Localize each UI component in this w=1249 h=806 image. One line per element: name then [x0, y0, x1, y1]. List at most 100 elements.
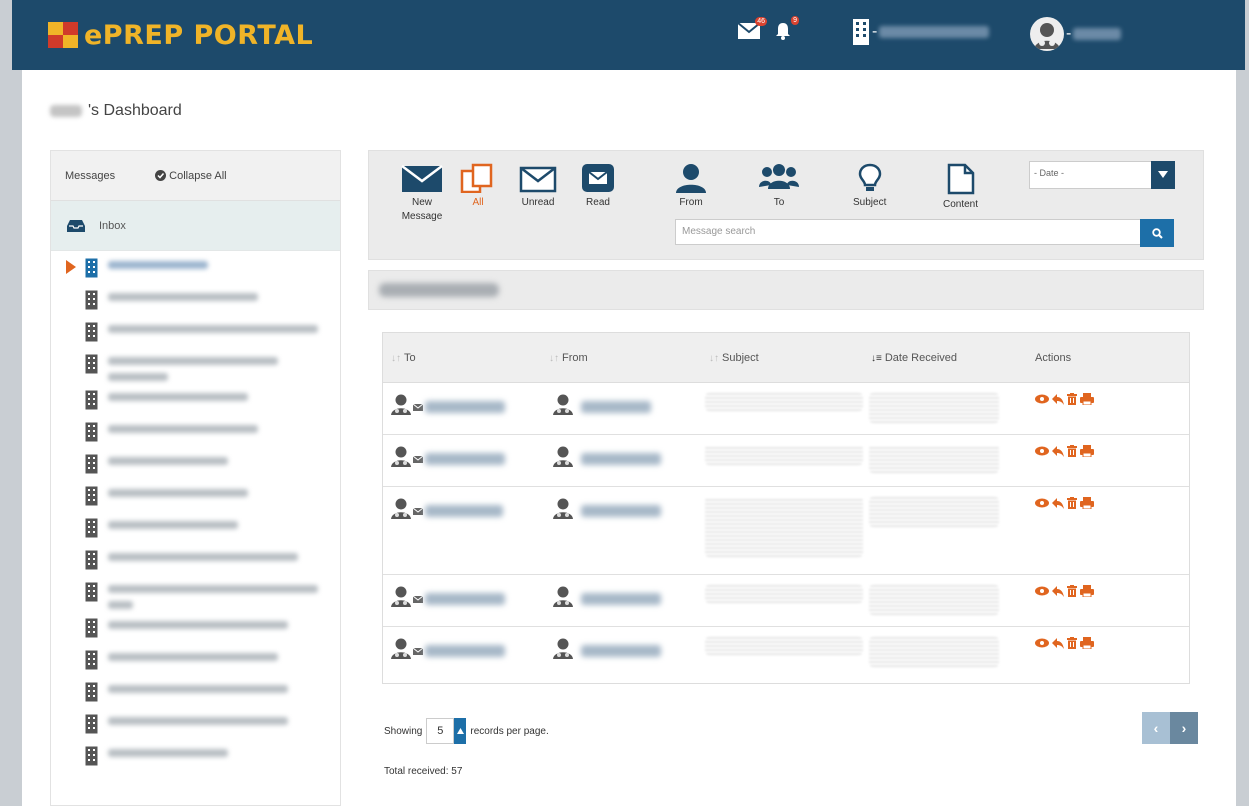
table-row[interactable]	[383, 383, 1189, 435]
date-filter-select[interactable]: - Date -	[1029, 161, 1175, 189]
recipient-name	[425, 452, 505, 465]
eye-icon[interactable]	[1035, 446, 1049, 456]
trash-icon[interactable]	[1067, 637, 1077, 649]
sidebar-folder-item[interactable]	[63, 617, 340, 649]
bell-notification-icon[interactable]: 9	[774, 16, 799, 45]
date-cell	[869, 497, 999, 527]
folder-name	[108, 373, 168, 381]
to-cell	[391, 497, 503, 524]
search-from-button[interactable]: From	[675, 163, 707, 210]
search-to-button[interactable]: To	[759, 163, 799, 210]
table-row[interactable]	[383, 487, 1189, 575]
sidebar-folder-item[interactable]	[63, 453, 340, 485]
maryland-flag-icon	[48, 22, 78, 48]
new-message-button[interactable]: New Message	[401, 163, 443, 224]
sender-name	[581, 504, 661, 517]
sidebar-folder-item[interactable]	[63, 485, 340, 517]
filter-read-button[interactable]: Read	[581, 163, 615, 210]
trash-icon[interactable]	[1067, 445, 1077, 457]
print-icon[interactable]	[1080, 445, 1094, 457]
previous-page-button[interactable]: ‹	[1142, 712, 1170, 744]
eye-icon[interactable]	[1035, 638, 1049, 648]
search-button[interactable]	[1140, 219, 1174, 247]
sidebar-folder-item[interactable]	[63, 745, 340, 777]
print-icon[interactable]	[1080, 585, 1094, 597]
envelope-icon	[411, 502, 425, 520]
sort-from-header[interactable]: ↓↑ From	[549, 352, 588, 364]
subject-text	[705, 445, 863, 465]
reply-icon[interactable]	[1052, 637, 1064, 649]
sidebar-folder-item[interactable]	[63, 649, 340, 681]
folder-name	[108, 585, 318, 593]
print-icon[interactable]	[1080, 497, 1094, 509]
date-cell	[869, 445, 999, 473]
building-icon	[85, 650, 98, 675]
user-menu[interactable]: -	[1030, 17, 1122, 51]
building-icon	[85, 714, 98, 739]
to-label: To	[773, 197, 785, 208]
chevron-right-icon: ›	[1181, 720, 1187, 736]
message-search-input[interactable]: Message search	[675, 219, 1141, 245]
sidebar-folder-item[interactable]	[63, 517, 340, 549]
next-page-button[interactable]: ›	[1170, 712, 1198, 744]
search-subject-button[interactable]: Subject	[853, 163, 886, 210]
table-row[interactable]	[383, 575, 1189, 627]
building-icon	[85, 682, 98, 707]
search-content-button[interactable]: Content	[943, 163, 978, 212]
sidebar-folder-item[interactable]	[63, 421, 340, 453]
user-first-name	[50, 105, 82, 117]
sidebar-folder-item[interactable]	[63, 549, 340, 581]
reply-icon[interactable]	[1052, 445, 1064, 457]
collapse-all-button[interactable]: Collapse All	[155, 169, 227, 182]
sidebar-folder-item[interactable]	[63, 389, 340, 421]
sidebar-folder-item[interactable]	[63, 681, 340, 713]
reply-icon[interactable]	[1052, 497, 1064, 509]
filter-unread-button[interactable]: Unread	[519, 163, 557, 210]
sort-to-header[interactable]: ↓↑ To	[391, 352, 416, 364]
filter-all-button[interactable]: All	[459, 163, 497, 210]
table-row[interactable]	[383, 627, 1189, 679]
records-per-page-input[interactable]: 5	[426, 718, 455, 744]
subject-text	[705, 497, 863, 557]
organization-switcher[interactable]: -	[852, 18, 990, 46]
building-icon	[85, 582, 98, 607]
inbox-icon	[67, 219, 85, 232]
sidebar-folder-item[interactable]	[63, 257, 340, 289]
collapse-all-label: Collapse All	[169, 169, 227, 182]
sidebar-folder-item[interactable]	[63, 353, 340, 389]
mail-notification-icon[interactable]: 46	[737, 17, 767, 44]
trash-icon[interactable]	[1067, 585, 1077, 597]
building-icon	[85, 518, 98, 543]
eye-icon[interactable]	[1035, 394, 1049, 404]
row-actions	[1035, 585, 1094, 597]
print-icon[interactable]	[1080, 637, 1094, 649]
print-icon[interactable]	[1080, 393, 1094, 405]
building-icon	[85, 322, 98, 347]
caret-right-icon	[66, 260, 76, 274]
sort-date-header[interactable]: ↓≡ Date Received	[871, 352, 957, 364]
sidebar-folder-item[interactable]	[63, 289, 340, 321]
table-row[interactable]	[383, 435, 1189, 487]
from-cell	[553, 393, 651, 420]
row-actions	[1035, 637, 1094, 649]
total-received: Total received: 57	[384, 766, 463, 777]
sort-subject-header[interactable]: ↓↑ Subject	[709, 352, 759, 364]
reply-icon[interactable]	[1052, 393, 1064, 405]
sidebar-folder-item[interactable]	[63, 581, 340, 617]
pagination: ‹ ›	[1142, 712, 1198, 744]
inbox-label: Inbox	[99, 219, 126, 232]
reply-icon[interactable]	[1052, 585, 1064, 597]
trash-icon[interactable]	[1067, 497, 1077, 509]
sidebar-folder-item[interactable]	[63, 321, 340, 353]
eye-icon[interactable]	[1035, 586, 1049, 596]
eye-icon[interactable]	[1035, 498, 1049, 508]
sidebar-folder-item[interactable]	[63, 713, 340, 745]
trash-icon[interactable]	[1067, 393, 1077, 405]
per-page-stepper[interactable]	[454, 718, 467, 744]
logo[interactable]: ePREP PORTAL	[48, 20, 313, 51]
sidebar-item-inbox[interactable]: Inbox	[51, 201, 340, 251]
